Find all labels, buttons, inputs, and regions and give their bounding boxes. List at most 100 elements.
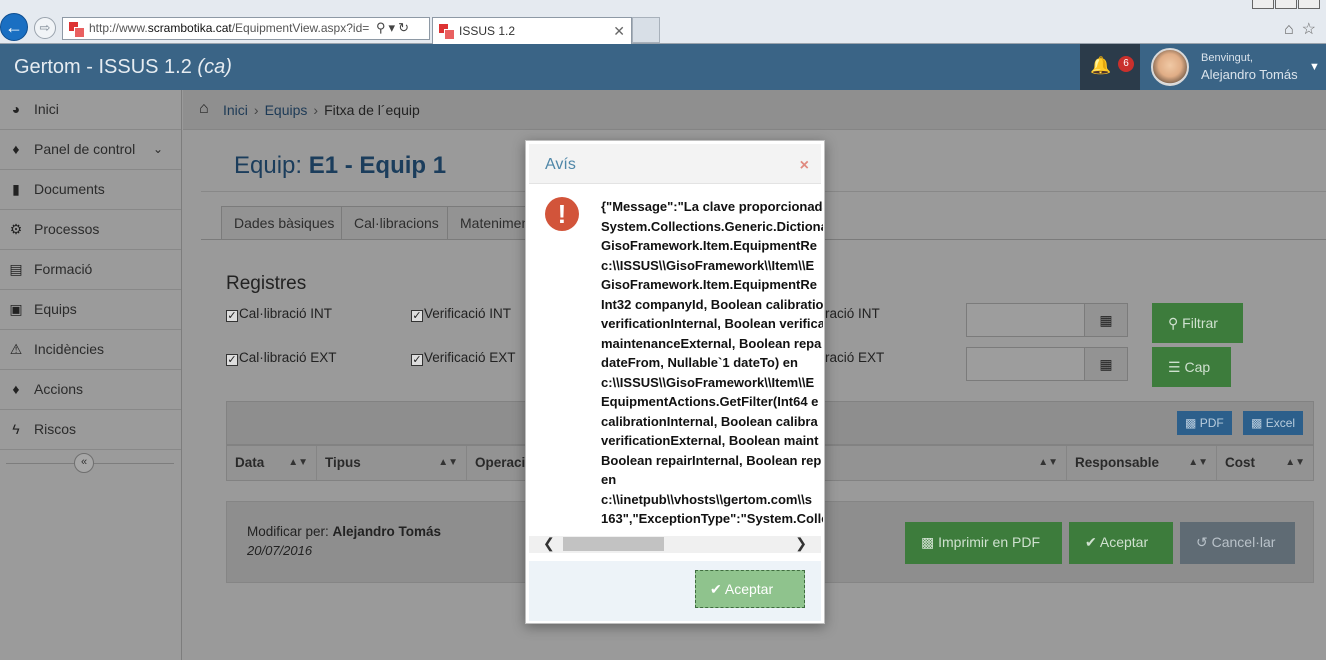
address-bar-icons[interactable]: ⚲▾↻ (376, 20, 412, 36)
excel-export-button[interactable]: ▩ Excel (1243, 411, 1304, 435)
checkbox-callibracio-int[interactable]: ✓ Cal·libració INT (226, 306, 332, 322)
message-line: en (601, 472, 617, 487)
favorites-star-icon[interactable]: ☆ (1302, 21, 1324, 38)
scroll-right-icon[interactable]: ❯ (795, 535, 807, 552)
checkbox-label-partial-ext: ració EXT (825, 350, 885, 365)
cancel-button-label: Cancel·lar (1211, 534, 1276, 550)
dropdown-icon[interactable]: ▾ (389, 20, 399, 35)
app-title[interactable]: Gertom - ISSUS 1.2 (ca) (14, 56, 232, 79)
modified-by: Modificar per: Alejandro Tomás (247, 524, 441, 539)
sidebar-item-documents[interactable]: ▮ Documents (0, 170, 181, 210)
check-icon: ✔ (710, 581, 722, 597)
pdf-file-icon: ▩ (921, 534, 935, 550)
none-button[interactable]: ☰ Cap (1152, 347, 1231, 387)
back-button[interactable]: ← (0, 13, 28, 41)
message-line: verificationInternal, Boolean verifica (601, 316, 823, 331)
tab-dades-basiques[interactable]: Dades bàsiques (221, 206, 342, 240)
date-to-input[interactable]: ▦ (966, 347, 1128, 381)
address-bar[interactable]: http://www.scrambotika.cat/EquipmentView… (62, 17, 430, 40)
checkbox-label: Cal·libració INT (239, 306, 333, 321)
sidebar-item-panel-de-control[interactable]: ♦ Panel de control ⌄ (0, 130, 181, 170)
maximize-button[interactable] (1275, 0, 1297, 9)
bolt-icon: ϟ (12, 421, 20, 437)
tab-manteniments[interactable]: Mateniments (447, 206, 531, 240)
sidebar-item-accions[interactable]: ♦ Accions (0, 370, 181, 410)
new-tab-button[interactable] (632, 17, 660, 43)
site-favicon-icon (69, 22, 85, 38)
checkbox-label-partial-int: ració INT (825, 306, 880, 321)
user-menu[interactable]: Benvingut, Alejandro Tomás ▼ (1141, 44, 1326, 90)
minimize-button[interactable] (1252, 0, 1274, 9)
window-controls[interactable] (1252, 0, 1326, 10)
browser-toolbar-icons[interactable]: ⌂☆ (1284, 19, 1324, 39)
none-button-label: Cap (1184, 359, 1211, 375)
date-from-input[interactable]: ▦ (966, 303, 1128, 337)
checkbox-label: Cal·libració EXT (239, 350, 337, 365)
breadcrumb-equips-link[interactable]: Equips (265, 102, 308, 118)
breadcrumb-home-link[interactable]: Inici (223, 102, 248, 118)
close-icon[interactable]: × (800, 157, 809, 175)
cogs-icon: ⚙ (9, 221, 23, 237)
calendar-icon[interactable]: ▦ (1084, 304, 1127, 336)
forward-button[interactable]: ⇨ (34, 17, 56, 39)
breadcrumb-current: Fitxa de l´equip (324, 102, 420, 118)
message-line: EquipmentActions.GetFilter(Int64 e (601, 394, 819, 409)
scroll-left-icon[interactable]: ❮ (543, 535, 555, 552)
sidebar-item-label: Incidències (34, 341, 105, 357)
sidebar-item-inici[interactable]: ◕ Inici (0, 90, 181, 130)
registres-title: Registres (226, 273, 307, 294)
url-path: /EquipmentView.aspx?id= (231, 21, 370, 35)
sort-icon[interactable]: ▲▼ (1188, 446, 1208, 480)
checkbox-verificacio-int[interactable]: ✓ Verificació INT (411, 306, 511, 322)
browser-tab[interactable]: ISSUS 1.2 ✕ (432, 17, 632, 44)
home-icon[interactable]: ⌂ (199, 100, 209, 118)
message-line: {"Message":"La clave proporcionada (601, 199, 823, 214)
print-pdf-button[interactable]: ▩ Imprimir en PDF (905, 522, 1062, 564)
pdf-export-button[interactable]: ▩ PDF (1177, 411, 1232, 435)
tab-close-icon[interactable]: ✕ (613, 18, 625, 44)
filter-button[interactable]: ⚲ Filtrar (1152, 303, 1243, 343)
sidebar-item-riscos[interactable]: ϟ Riscos (0, 410, 181, 450)
sidebar-item-label: Riscos (34, 421, 77, 437)
dialog-accept-button[interactable]: ✔ Aceptar (695, 570, 805, 608)
notifications-button[interactable]: 🔔 6 (1080, 44, 1140, 90)
calendar-icon[interactable]: ▦ (1084, 348, 1127, 380)
checkbox-checked-icon[interactable]: ✓ (411, 354, 423, 366)
tab-callibracions[interactable]: Cal·libracions (341, 206, 448, 240)
refresh-icon[interactable]: ↻ (398, 20, 412, 35)
close-window-button[interactable] (1298, 0, 1320, 9)
checkbox-checked-icon[interactable]: ✓ (411, 310, 423, 322)
home-icon[interactable]: ⌂ (1284, 21, 1302, 38)
sidebar-item-equips[interactable]: ▣ Equips (0, 290, 181, 330)
sort-icon[interactable]: ▲▼ (1285, 446, 1305, 480)
sidebar-item-incidencies[interactable]: ⚠ Incidències (0, 330, 181, 370)
checkbox-checked-icon[interactable]: ✓ (226, 354, 238, 366)
sidebar-item-label: Equips (34, 301, 77, 317)
column-header-data[interactable]: Data ▲▼ (227, 446, 317, 480)
column-header-responsable[interactable]: Responsable ▲▼ (1067, 446, 1217, 480)
column-header-tipus[interactable]: Tipus ▲▼ (317, 446, 467, 480)
horizontal-scrollbar[interactable]: ❮ ❯ (529, 535, 821, 553)
checkbox-checked-icon[interactable]: ✓ (226, 310, 238, 322)
column-header-cost[interactable]: Cost ▲▼ (1217, 446, 1313, 480)
checkbox-verificacio-ext[interactable]: ✓ Verificació EXT (411, 350, 516, 366)
sort-icon[interactable]: ▲▼ (1038, 446, 1058, 480)
sort-icon[interactable]: ▲▼ (288, 446, 308, 480)
browser-chrome: ← ⇨ http://www.scrambotika.cat/Equipment… (0, 0, 1326, 44)
sidebar-item-formacio[interactable]: ▤ Formació (0, 250, 181, 290)
excel-file-icon: ▩ (1251, 416, 1263, 430)
sort-icon[interactable]: ▲▼ (438, 446, 458, 480)
column-label: Cost (1225, 455, 1255, 470)
accept-button[interactable]: ✔ Aceptar (1069, 522, 1173, 564)
app-title-text: Gertom - ISSUS 1.2 (14, 56, 192, 78)
scrollbar-thumb[interactable] (563, 537, 664, 551)
list-icon: ☰ (1168, 359, 1181, 375)
cancel-button[interactable]: ↺ Cancel·lar (1180, 522, 1295, 564)
sidebar-item-processos[interactable]: ⚙ Processos (0, 210, 181, 250)
page-title-prefix: Equip: (234, 152, 303, 179)
sidebar-collapse-button[interactable]: « (74, 453, 94, 473)
message-line: Boolean repairInternal, Boolean rep (601, 452, 822, 468)
breadcrumb-separator: › (313, 102, 319, 118)
search-icon[interactable]: ⚲ (376, 20, 389, 35)
checkbox-callibracio-ext[interactable]: ✓ Cal·libració EXT (226, 350, 337, 366)
